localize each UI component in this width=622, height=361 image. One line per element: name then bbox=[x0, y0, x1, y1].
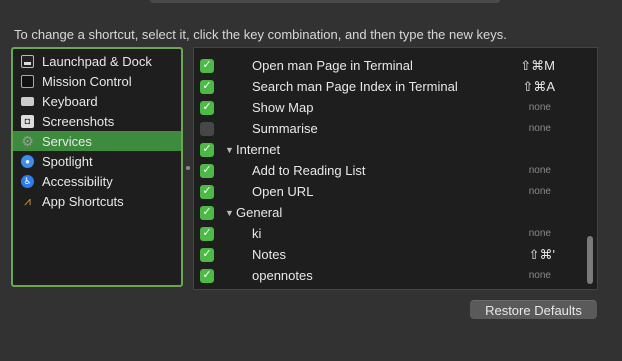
gear-icon: ⚙ bbox=[21, 132, 34, 149]
category-item-app-shortcuts[interactable]: ⩘ App Shortcuts bbox=[13, 191, 181, 211]
category-label: Accessibility bbox=[42, 173, 113, 189]
category-item-keyboard[interactable]: Keyboard bbox=[13, 91, 181, 111]
enable-checkbox[interactable] bbox=[200, 121, 214, 136]
service-label: Open URL bbox=[252, 184, 314, 199]
disclosure-triangle-icon[interactable]: ▼ bbox=[225, 208, 234, 218]
key-combination[interactable]: none bbox=[529, 123, 551, 134]
spotlight-icon: ● bbox=[21, 154, 34, 168]
service-label: Show Map bbox=[252, 100, 314, 115]
service-label: Summarise bbox=[252, 121, 318, 136]
shortcut-group-row[interactable]: ✓ ▼ Internet bbox=[194, 139, 583, 160]
category-list[interactable]: Launchpad & Dock Mission Control Keyboard ◘… bbox=[11, 47, 183, 287]
shortcut-group-row[interactable]: ✓ ▼ General bbox=[194, 202, 583, 223]
enable-checkbox[interactable]: ✓ bbox=[200, 163, 214, 178]
key-combination[interactable]: none bbox=[529, 186, 551, 197]
category-label: Launchpad & Dock bbox=[42, 53, 152, 69]
service-label: opennotes bbox=[252, 268, 313, 283]
shortcut-row[interactable]: ✓ Open URL none bbox=[194, 181, 583, 202]
category-item-screenshots[interactable]: ◘ Screenshots bbox=[13, 111, 181, 131]
category-item-launchpad-dock[interactable]: Launchpad & Dock bbox=[13, 51, 181, 71]
app-shortcuts-icon: ⩘ bbox=[24, 193, 31, 208]
shortcut-row[interactable]: ✓ ki none bbox=[194, 223, 583, 244]
service-label: Open man Page in Terminal bbox=[252, 58, 413, 73]
enable-checkbox[interactable]: ✓ bbox=[200, 79, 214, 94]
service-label: Add to Reading List bbox=[252, 163, 366, 178]
enable-checkbox[interactable]: ✓ bbox=[200, 268, 214, 283]
shortcut-table[interactable]: ✓ Open man Page in Terminal ⇧⌘M ✓ Search man… bbox=[193, 47, 598, 290]
key-combination[interactable]: none bbox=[529, 102, 551, 113]
enable-checkbox[interactable]: ✓ bbox=[200, 226, 214, 241]
keyboard-icon bbox=[21, 96, 34, 106]
shortcut-row[interactable]: ✓ Search man Page Index in Terminal ⇧⌘A bbox=[194, 76, 583, 97]
group-label: Internet bbox=[236, 142, 281, 157]
accessibility-icon: ♿ bbox=[21, 174, 34, 188]
service-label: Notes bbox=[252, 247, 286, 262]
category-item-spotlight[interactable]: ● Spotlight bbox=[13, 151, 181, 171]
category-label: Screenshots bbox=[42, 113, 115, 129]
shortcut-row[interactable]: ✓ Show Map none bbox=[194, 97, 583, 118]
enable-checkbox[interactable]: ✓ bbox=[200, 142, 214, 157]
enable-checkbox[interactable]: ✓ bbox=[200, 100, 214, 115]
screenshot-icon: ◘ bbox=[21, 114, 34, 128]
mission-control-icon bbox=[21, 74, 34, 88]
disclosure-triangle-icon[interactable]: ▼ bbox=[225, 145, 234, 155]
key-combination[interactable]: ⇧⌘A bbox=[522, 79, 555, 95]
shortcut-row[interactable]: ✓ Add to Reading List none bbox=[194, 160, 583, 181]
key-combination[interactable]: none bbox=[529, 228, 551, 239]
category-item-services[interactable]: ⚙ Services bbox=[13, 131, 181, 151]
shortcut-row[interactable]: ✓ Open man Page in Terminal ⇧⌘M bbox=[194, 55, 583, 76]
shortcut-row[interactable]: ✓ Notes ⇧⌘' bbox=[194, 244, 583, 265]
splitter-handle[interactable] bbox=[186, 166, 190, 170]
key-combination[interactable]: none bbox=[529, 165, 551, 176]
category-label: App Shortcuts bbox=[42, 193, 124, 209]
service-label: Search man Page Index in Terminal bbox=[252, 79, 458, 94]
launchpad-icon bbox=[21, 54, 34, 68]
service-label: ki bbox=[252, 226, 262, 241]
category-item-mission-control[interactable]: Mission Control bbox=[13, 71, 181, 91]
category-label: Keyboard bbox=[42, 93, 98, 109]
enable-checkbox[interactable]: ✓ bbox=[200, 205, 214, 220]
enable-checkbox[interactable]: ✓ bbox=[200, 58, 214, 73]
group-label: General bbox=[236, 205, 283, 220]
shortcut-row[interactable]: Summarise none bbox=[194, 118, 583, 139]
instruction-text: To change a shortcut, select it, click t… bbox=[14, 27, 507, 42]
key-combination[interactable]: ⇧⌘' bbox=[529, 247, 555, 263]
category-label: Services bbox=[42, 133, 92, 149]
shortcut-row[interactable]: ✓ opennotes none bbox=[194, 265, 583, 286]
key-combination[interactable]: none bbox=[529, 270, 551, 281]
scrollbar-thumb[interactable] bbox=[587, 236, 593, 284]
enable-checkbox[interactable]: ✓ bbox=[200, 184, 214, 199]
window-top-edge bbox=[150, 0, 500, 3]
key-combination[interactable]: ⇧⌘M bbox=[520, 58, 555, 74]
category-label: Spotlight bbox=[42, 153, 93, 169]
enable-checkbox[interactable]: ✓ bbox=[200, 247, 214, 262]
restore-defaults-button[interactable]: Restore Defaults bbox=[470, 300, 597, 319]
category-label: Mission Control bbox=[42, 73, 132, 89]
category-item-accessibility[interactable]: ♿ Accessibility bbox=[13, 171, 181, 191]
